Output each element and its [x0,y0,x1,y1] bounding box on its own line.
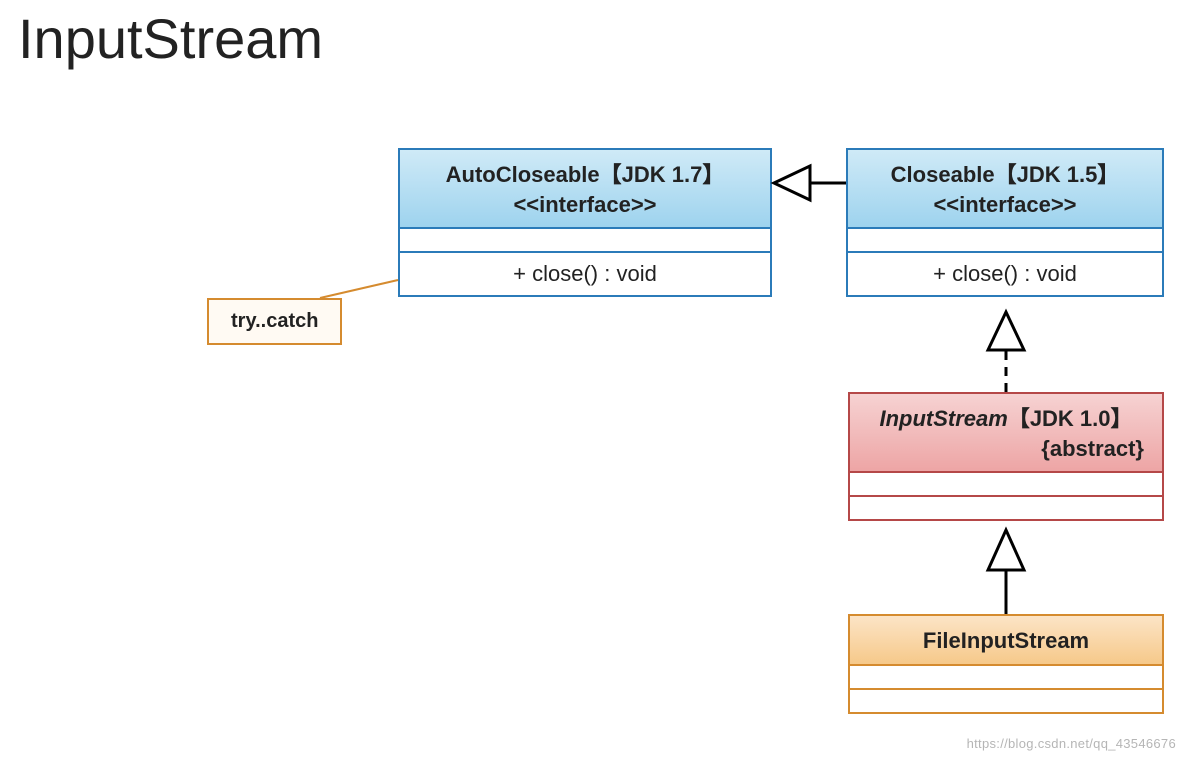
class-name-text: InputStream [879,406,1007,431]
uml-empty-compartment [400,229,770,253]
arrow-fileinputstream-to-inputstream [988,530,1024,614]
class-version: 【JDK 1.0】 [1008,406,1133,431]
class-name: Closeable【JDK 1.5】 [856,160,1154,190]
class-name: InputStream【JDK 1.0】 [858,404,1154,434]
uml-header: AutoCloseable【JDK 1.7】 <<interface>> [400,150,770,229]
uml-method: + close() : void [400,253,770,295]
uml-header: Closeable【JDK 1.5】 <<interface>> [848,150,1162,229]
class-name: FileInputStream [858,626,1154,656]
uml-class-inputstream: InputStream【JDK 1.0】 {abstract} [848,392,1164,521]
uml-note-trycatch: try..catch [207,298,342,345]
stereotype-label: <<interface>> [856,190,1154,220]
abstract-modifier: {abstract} [858,434,1154,464]
uml-class-closeable: Closeable【JDK 1.5】 <<interface>> + close… [846,148,1164,297]
uml-empty-compartment [850,666,1162,690]
arrow-inputstream-to-closeable [988,312,1024,392]
uml-header: InputStream【JDK 1.0】 {abstract} [850,394,1162,473]
class-name: AutoCloseable【JDK 1.7】 [408,160,762,190]
uml-method: + close() : void [848,253,1162,295]
stereotype-label: <<interface>> [408,190,762,220]
page-title: InputStream [18,6,323,71]
uml-empty-compartment [848,229,1162,253]
note-connector [320,280,398,298]
uml-empty-compartment [850,497,1162,519]
uml-class-fileinputstream: FileInputStream [848,614,1164,714]
uml-header: FileInputStream [850,616,1162,666]
uml-class-autocloseable: AutoCloseable【JDK 1.7】 <<interface>> + c… [398,148,772,297]
uml-empty-compartment [850,690,1162,712]
uml-empty-compartment [850,473,1162,497]
watermark-text: https://blog.csdn.net/qq_43546676 [967,736,1176,751]
arrow-closeable-to-autocloseable [774,166,846,200]
